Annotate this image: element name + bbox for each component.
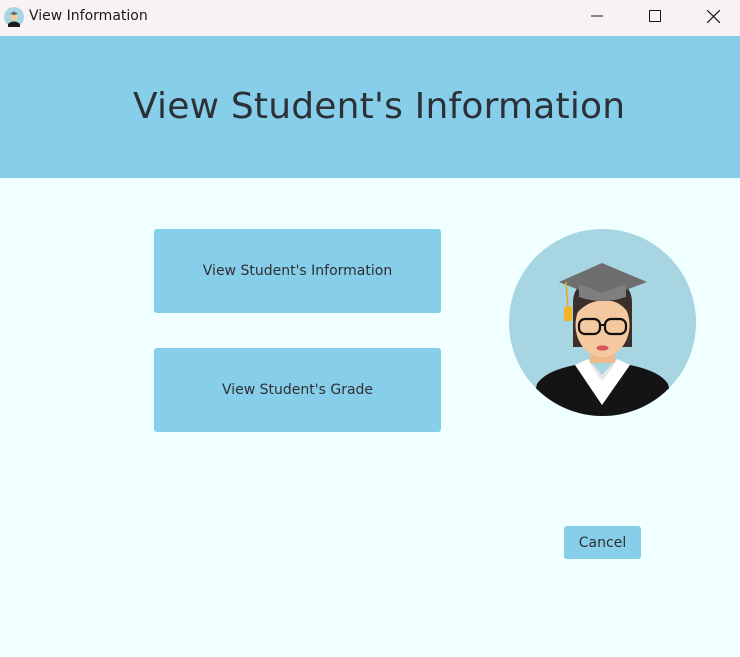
graduate-student-avatar [509, 229, 696, 416]
window-title: View Information [29, 8, 148, 24]
cancel-button[interactable]: Cancel [564, 526, 641, 559]
student-avatar-icon [4, 7, 24, 27]
close-button[interactable] [684, 0, 740, 32]
minimize-icon [591, 15, 603, 17]
view-student-grade-button[interactable]: View Student's Grade [154, 348, 441, 432]
close-icon [706, 9, 720, 23]
view-student-information-button[interactable]: View Student's Information [154, 229, 441, 313]
maximize-button[interactable] [626, 0, 684, 32]
title-bar: View Information [0, 0, 740, 36]
minimize-button[interactable] [568, 0, 626, 32]
maximize-icon [649, 10, 661, 22]
page-title: View Student's Information [133, 86, 626, 127]
